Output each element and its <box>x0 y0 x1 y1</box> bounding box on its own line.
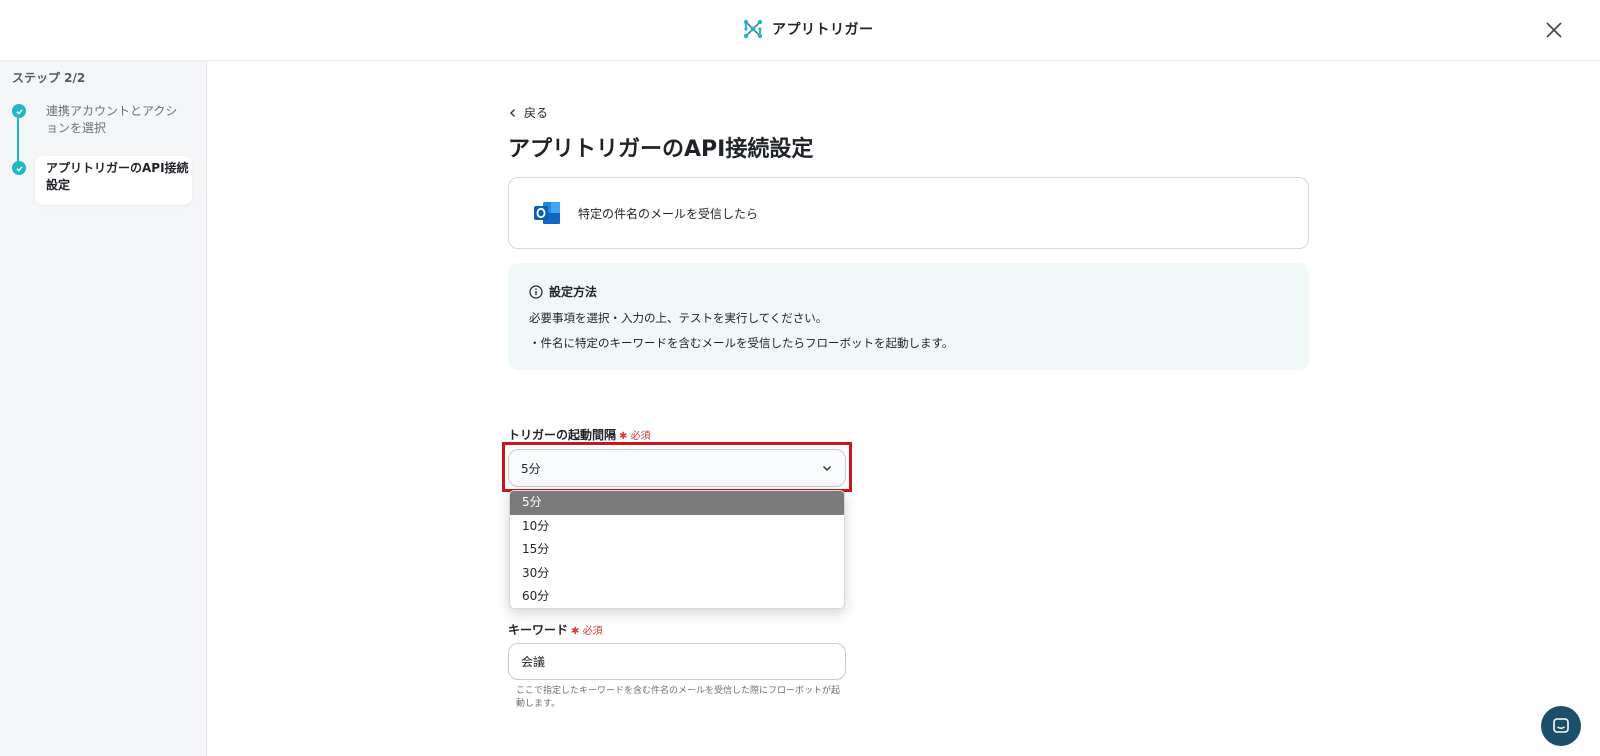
check-icon <box>12 161 26 175</box>
interval-option[interactable]: 10分 <box>510 515 844 539</box>
interval-label: トリガーの起動間隔 ✱ 必須 <box>508 426 651 443</box>
step-label-2: アプリトリガーのAPI接続設定 <box>46 161 189 192</box>
chevron-left-icon <box>510 108 515 117</box>
step-label-1: 連携アカウントとアクションを選択 <box>46 104 178 135</box>
interval-dropdown: 5分 10分 15分 30分 60分 <box>509 490 845 609</box>
keyword-help-text: ここで指定したキーワードを含む件名のメールを受信した際にフローボットが起動します… <box>516 686 841 709</box>
required-badge: ✱ 必須 <box>619 427 651 442</box>
header-title: アプリトリガー <box>772 22 874 38</box>
interval-option[interactable]: 15分 <box>510 538 844 562</box>
step-item-2[interactable]: アプリトリガーのAPI接続設定 <box>12 160 189 192</box>
required-mark: ✱ <box>619 431 628 442</box>
keyword-label-text: キーワード <box>508 623 569 637</box>
keyword-label: キーワード ✱ 必須 <box>508 621 603 638</box>
app-action-card: 特定の件名のメールを受信したら <box>508 177 1309 249</box>
chevron-down-icon <box>823 466 831 471</box>
interval-option[interactable]: 5分 <box>510 491 844 515</box>
info-line-2: ・件名に特定のキーワードを含むメールを受信したらフローボットを起動します。 <box>529 336 954 350</box>
step-item-1[interactable]: 連携アカウントとアクションを選択 <box>12 103 177 135</box>
required-text: 必須 <box>582 626 603 637</box>
check-icon <box>12 104 26 118</box>
close-icon[interactable] <box>1542 18 1566 42</box>
app-action-text: 特定の件名のメールを受信したら <box>578 206 759 221</box>
page-title: アプリトリガーのAPI接続設定 <box>508 137 814 162</box>
info-heading: 設定方法 <box>529 283 1288 300</box>
required-mark: ✱ <box>571 626 580 637</box>
setup-info-box: 設定方法 必要事項を選択・入力の上、テストを実行してください。 ・件名に特定のキ… <box>508 263 1309 370</box>
interval-option[interactable]: 30分 <box>510 562 844 586</box>
keyword-input[interactable]: 会議 <box>508 643 846 680</box>
network-nodes-icon <box>743 19 763 39</box>
step-count: ステップ 2/2 <box>12 71 86 85</box>
interval-option[interactable]: 60分 <box>510 585 844 608</box>
chat-icon <box>1553 718 1569 733</box>
info-line-1: 必要事項を選択・入力の上、テストを実行してください。 <box>529 311 828 325</box>
interval-label-text: トリガーの起動間隔 <box>508 428 617 442</box>
interval-select[interactable]: 5分 <box>508 449 846 487</box>
stepper-sidebar: ステップ 2/2 連携アカウントとアクションを選択 アプリトリガーのAPI接続設… <box>0 61 207 756</box>
info-heading-text: 設定方法 <box>549 285 598 299</box>
interval-select-value: 5分 <box>521 461 541 476</box>
back-label: 戻る <box>524 106 549 120</box>
required-text: 必須 <box>630 431 651 442</box>
chat-button[interactable] <box>1541 706 1581 746</box>
top-bar: アプリトリガー <box>0 0 1600 61</box>
info-icon <box>529 284 543 299</box>
header-brand: アプリトリガー <box>742 18 874 40</box>
outlook-icon <box>534 202 560 224</box>
required-badge: ✱ 必須 <box>571 622 603 637</box>
back-link[interactable]: 戻る <box>508 104 548 121</box>
